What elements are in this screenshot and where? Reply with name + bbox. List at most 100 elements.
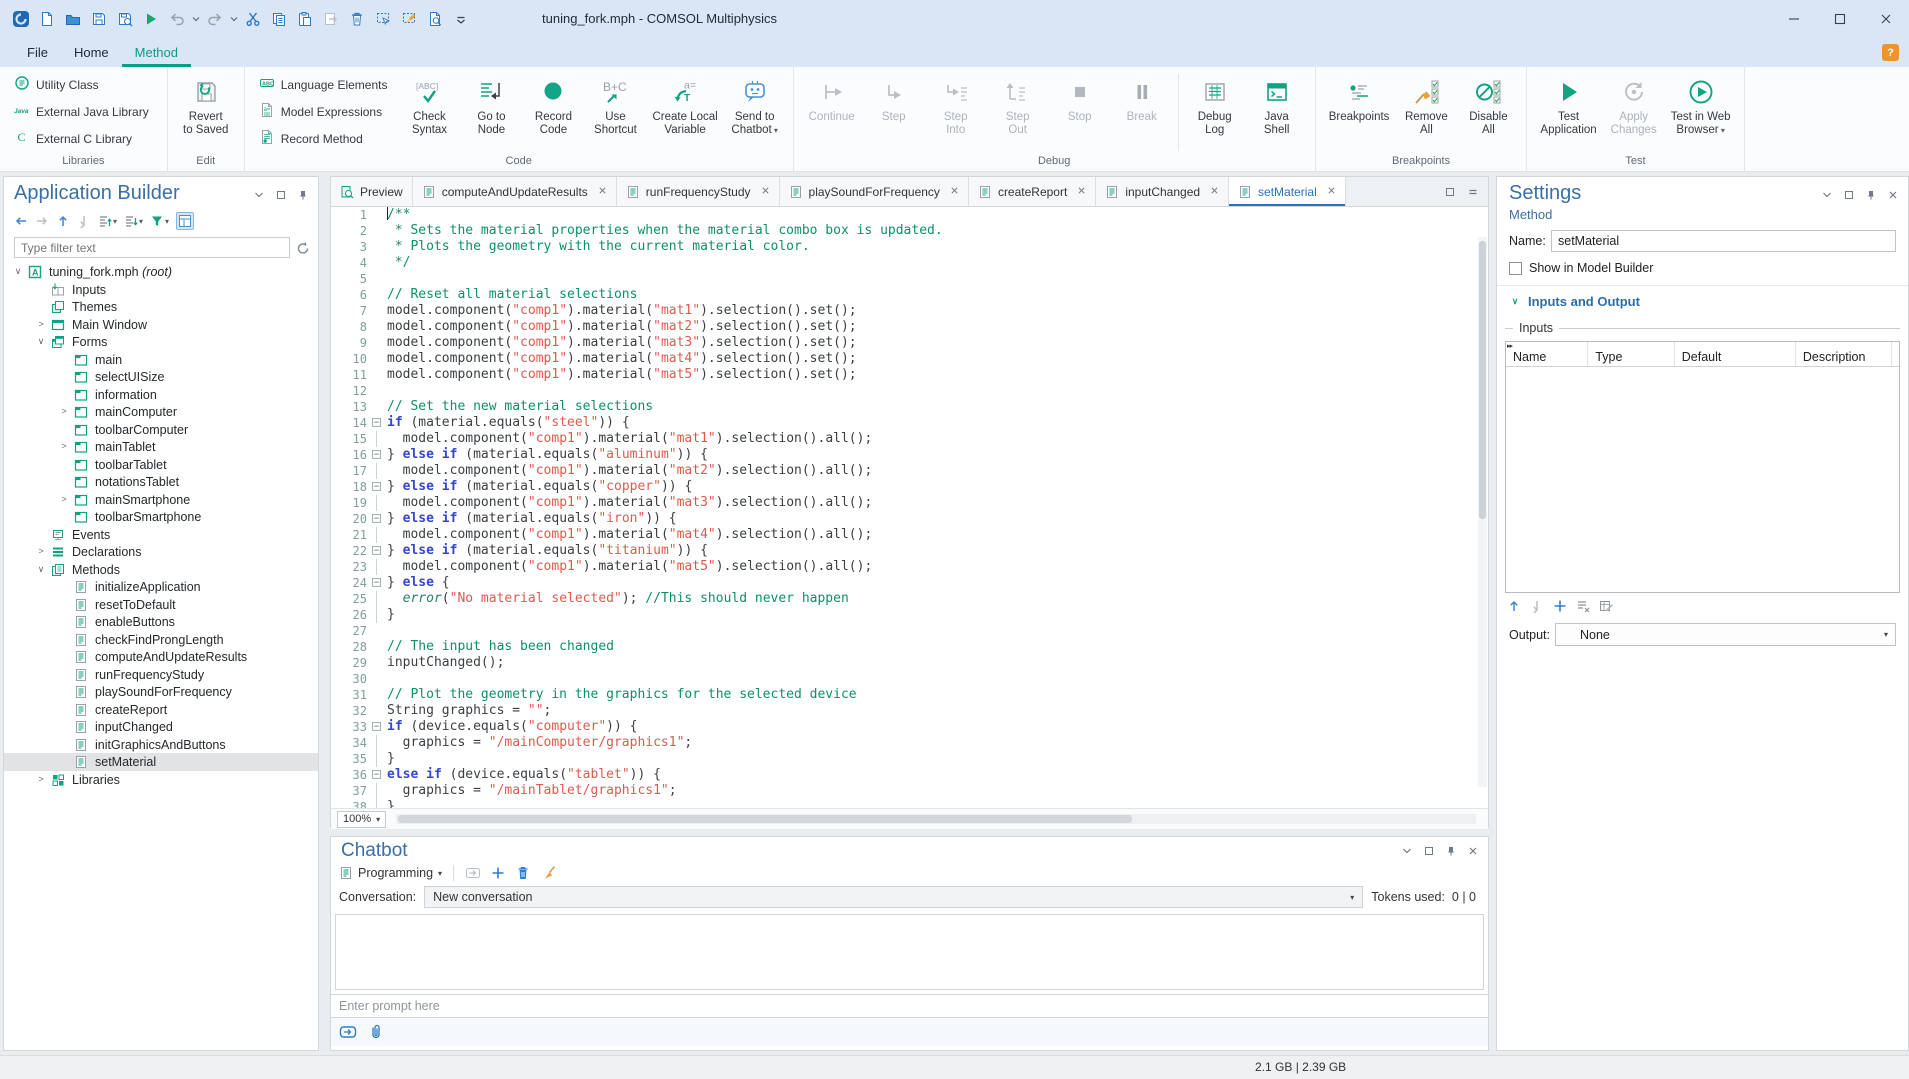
app-builder-pin-icon[interactable] xyxy=(296,188,310,202)
tree-item-methods[interactable]: ∨Methods xyxy=(4,561,318,579)
fold-margin[interactable]: − xyxy=(367,575,387,591)
fold-margin[interactable]: − xyxy=(367,447,387,463)
expand-arrow-icon[interactable]: > xyxy=(35,546,47,556)
tree-item-notationstablet[interactable]: notationsTablet xyxy=(4,473,318,491)
filter-input[interactable] xyxy=(14,237,290,258)
undo-icon[interactable] xyxy=(164,7,190,31)
chatbot-menu-icon[interactable] xyxy=(1400,844,1414,858)
cut-icon[interactable] xyxy=(240,7,266,31)
editor-tab-playsoundforfrequency[interactable]: playSoundForFrequency xyxy=(780,177,969,206)
code-editor[interactable]: 1/**2 * Sets the material properties whe… xyxy=(331,207,1488,808)
save-icon[interactable] xyxy=(86,7,112,31)
expand-all-icon[interactable]: ▾ xyxy=(98,214,117,228)
delete-icon[interactable] xyxy=(344,7,370,31)
tree-item-initgraphicsandbuttons[interactable]: initGraphicsAndButtons xyxy=(4,736,318,754)
ribbon-button-record-code[interactable]: RecordCode xyxy=(522,72,584,138)
chatbot-float-icon[interactable] xyxy=(1422,844,1436,858)
tree-item-main[interactable]: main xyxy=(4,351,318,369)
horizontal-scrollbar-thumb[interactable] xyxy=(398,815,1132,823)
send-icon[interactable] xyxy=(339,1023,357,1041)
editor-zoom-control[interactable]: 100% ▾ xyxy=(337,811,386,828)
ribbon-button-model-expressions[interactable]: a=Model Expressions xyxy=(252,99,395,124)
redo-menu-icon[interactable] xyxy=(228,7,240,31)
tree-item-declarations[interactable]: >Declarations xyxy=(4,543,318,561)
tree-item-libraries[interactable]: >Libraries xyxy=(4,771,318,789)
redo-icon[interactable] xyxy=(202,7,228,31)
toggle-editor-tools-icon[interactable] xyxy=(176,212,194,230)
close-icon[interactable] xyxy=(1327,186,1336,197)
vertical-scrollbar[interactable] xyxy=(1478,237,1487,787)
chatbot-mode-select[interactable]: Programming ▾ xyxy=(339,866,442,880)
ribbon-button-debug-log[interactable]: DebugLog xyxy=(1184,72,1246,138)
ribbon-button-breakpoints[interactable]: Breakpoints xyxy=(1323,72,1396,125)
fold-collapse-icon[interactable]: − xyxy=(372,770,381,779)
expand-arrow-icon[interactable]: > xyxy=(58,494,70,504)
ribbon-button-language-elements[interactable]: ABCLanguage Elements xyxy=(252,72,395,97)
settings-float-icon[interactable] xyxy=(1842,188,1856,202)
table-header-default[interactable]: Default xyxy=(1675,342,1796,366)
move-up-icon[interactable] xyxy=(1507,599,1521,613)
inputs-and-output-section[interactable]: ∨ Inputs and Output xyxy=(1497,286,1908,315)
close-icon[interactable] xyxy=(1077,186,1086,197)
chatbot-pin-icon[interactable] xyxy=(1444,844,1458,858)
name-field[interactable] xyxy=(1551,230,1896,252)
tree-item-resettodefault[interactable]: resetToDefault xyxy=(4,596,318,614)
close-icon[interactable] xyxy=(598,186,607,197)
close-icon[interactable] xyxy=(1210,186,1219,197)
delete-row-icon[interactable] xyxy=(1576,599,1590,613)
table-header-type[interactable]: Type xyxy=(1588,342,1674,366)
tree-item-enablebuttons[interactable]: enableButtons xyxy=(4,613,318,631)
tree-item-maintablet[interactable]: >mainTablet xyxy=(4,438,318,456)
ribbon-button-external-c-library[interactable]: CExternal C Library xyxy=(7,126,156,151)
maximize-button[interactable] xyxy=(1817,0,1863,37)
undo-menu-icon[interactable] xyxy=(190,7,202,31)
menu-tab-file[interactable]: File xyxy=(14,40,61,67)
editor-tab-runfrequencystudy[interactable]: runFrequencyStudy xyxy=(617,177,780,206)
editor-tab-inputchanged[interactable]: inputChanged xyxy=(1096,177,1229,206)
move-up-icon[interactable] xyxy=(56,214,70,228)
tree-item-mainsmartphone[interactable]: >mainSmartphone xyxy=(4,491,318,509)
clear-icon[interactable] xyxy=(541,865,557,881)
fold-collapse-icon[interactable]: − xyxy=(372,482,381,491)
help-icon[interactable]: ? xyxy=(1882,44,1899,61)
app-builder-menu-icon[interactable] xyxy=(252,188,266,202)
settings-pin-icon[interactable] xyxy=(1864,188,1878,202)
copy-icon[interactable] xyxy=(266,7,292,31)
tree-item-selectuisize[interactable]: selectUISize xyxy=(4,368,318,386)
editor-tab-preview[interactable]: Preview xyxy=(331,177,413,206)
nav-forward-icon[interactable] xyxy=(35,214,49,228)
expand-arrow-icon[interactable]: > xyxy=(35,319,47,329)
settings-menu-icon[interactable] xyxy=(1820,188,1834,202)
editor-tab-computeandupdateresults[interactable]: computeAndUpdateResults xyxy=(413,177,617,206)
vertical-scrollbar-thumb[interactable] xyxy=(1479,241,1486,519)
conversation-select[interactable]: New conversation ▾ xyxy=(424,886,1363,908)
ribbon-button-record-method[interactable]: Record Method xyxy=(252,126,395,151)
tree-item-toolbartablet[interactable]: toolbarTablet xyxy=(4,456,318,474)
ribbon-button-send-to-chatbot[interactable]: Send toChatbot ▾ xyxy=(724,72,786,138)
move-down-icon[interactable] xyxy=(1530,599,1544,613)
collapse-all-icon[interactable]: ▾ xyxy=(124,214,143,228)
fold-collapse-icon[interactable]: − xyxy=(372,546,381,555)
chatbot-close-icon[interactable] xyxy=(1466,844,1480,858)
tree-item-maincomputer[interactable]: >mainComputer xyxy=(4,403,318,421)
ribbon-button-revert-to-saved[interactable]: Revertto Saved xyxy=(175,72,237,138)
clear-frame-icon[interactable] xyxy=(396,7,422,31)
collapse-ribbon-icon[interactable] xyxy=(448,7,474,31)
tree-item-createreport[interactable]: createReport xyxy=(4,701,318,719)
tree-item-forms[interactable]: ∨Forms xyxy=(4,333,318,351)
add-icon[interactable] xyxy=(491,866,505,880)
tree-item-inputchanged[interactable]: inputChanged xyxy=(4,718,318,736)
fold-margin[interactable]: − xyxy=(367,511,387,527)
fold-margin[interactable]: − xyxy=(367,767,387,783)
nav-back-icon[interactable] xyxy=(14,214,28,228)
move-down-icon[interactable] xyxy=(77,214,91,228)
output-select[interactable]: None ▾ xyxy=(1555,623,1896,646)
table-header-description[interactable]: Description xyxy=(1796,342,1892,366)
table-header-un[interactable]: Un xyxy=(1892,342,1899,366)
close-icon[interactable] xyxy=(761,186,770,197)
expand-arrow-icon[interactable]: > xyxy=(58,406,70,416)
filter-icon[interactable]: ▾ xyxy=(150,214,169,228)
tree-item-initializeapplication[interactable]: initializeApplication xyxy=(4,578,318,596)
collapse-arrow-icon[interactable]: ∨ xyxy=(35,336,47,347)
ribbon-button-test-in-web-browser[interactable]: Test in WebBrowser ▾ xyxy=(1665,72,1737,138)
